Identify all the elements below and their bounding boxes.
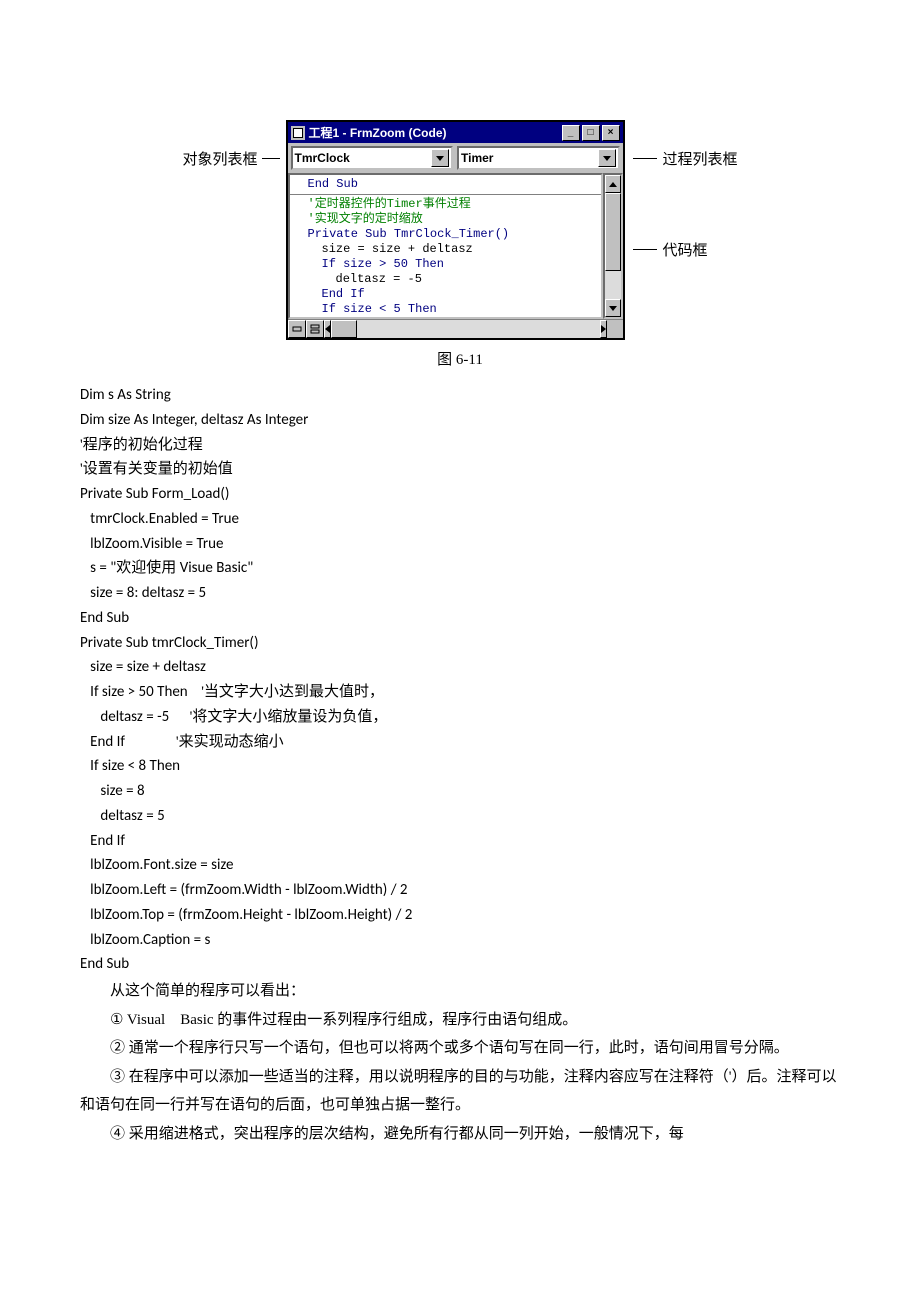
full-module-view-button[interactable] [306, 320, 324, 338]
code-line: Private Sub TmrClock_Timer() [308, 227, 597, 242]
paragraph: ① Visual Basic 的事件过程由一系列程序行组成，程序行由语句组成。 [80, 1006, 840, 1035]
scroll-thumb[interactable] [331, 320, 357, 338]
listing-line: Dim s As String [80, 386, 171, 404]
listing-line: lblZoom.Caption = s [80, 931, 210, 949]
listing-comment: '当文字大小达到最大值时， [201, 684, 384, 700]
listing-line: If size < 8 Then [80, 757, 180, 775]
paragraph: ④ 采用缩进格式，突出程序的层次结构，避免所有行都从同一列开始，一般情况下，每 [80, 1120, 840, 1149]
code-line: size = 5 [336, 317, 597, 319]
scroll-up-button[interactable] [605, 175, 621, 193]
annotation-right-top: 过程列表框 [633, 148, 738, 169]
annotations-right: 过程列表框 代码框 [633, 120, 738, 260]
annotation-line [262, 158, 280, 159]
annotation-line [633, 158, 657, 159]
annotation-left-text: 对象列表框 [182, 148, 257, 169]
listing-line: s = "欢迎使用 Visue Basic" [80, 559, 253, 577]
listing-line: deltasz = 5 [80, 807, 165, 825]
listing-line: size = 8: deltasz = 5 [80, 584, 206, 602]
listing-comment: '将文字大小缩放量设为负值， [190, 709, 388, 725]
procedure-combobox[interactable]: Timer [457, 146, 620, 170]
annotation-line [633, 249, 657, 250]
resize-grip[interactable] [607, 320, 623, 336]
dropdown-icon[interactable] [598, 149, 616, 167]
app-icon [291, 126, 305, 140]
listing-line: size = size + deltasz [80, 658, 206, 676]
code-line: End If [322, 287, 597, 302]
listing-line: If size > 50 Then [80, 683, 201, 701]
code-listing: Dim s As String Dim size As Integer, del… [80, 383, 840, 977]
listing-line: Private Sub tmrClock_Timer() [80, 634, 259, 652]
listing-line: lblZoom.Left = (frmZoom.Width - lblZoom.… [80, 881, 408, 899]
code-line: If size < 5 Then [322, 302, 597, 317]
scroll-track[interactable] [331, 320, 600, 338]
scroll-track[interactable] [605, 193, 621, 299]
code-line: deltasz = -5 [336, 272, 597, 287]
listing-line: lblZoom.Top = (frmZoom.Height - lblZoom.… [80, 906, 412, 924]
code-line: If size > 50 Then [322, 257, 597, 272]
code-line: '定时器控件的Timer事件过程 [308, 197, 597, 212]
scroll-right-button[interactable] [600, 320, 607, 338]
vb-code-window: 工程1 - FrmZoom (Code) _ □ × TmrClock Time… [286, 120, 625, 340]
listing-line: deltasz = -5 [80, 708, 190, 726]
full-view-icon [310, 324, 320, 334]
dropdown-icon[interactable] [431, 149, 449, 167]
listing-line: size = 8 [80, 782, 145, 800]
vertical-scrollbar[interactable] [603, 173, 623, 319]
listing-line: Private Sub Form_Load() [80, 485, 229, 503]
proc-view-icon [292, 324, 302, 334]
listing-line: '设置有关变量的初始值 [80, 461, 233, 477]
window-title: 工程1 - FrmZoom (Code) [309, 124, 562, 141]
annotation-left: 对象列表框 [182, 120, 279, 169]
figure-6-11: 对象列表框 工程1 - FrmZoom (Code) _ □ × TmrCloc… [80, 120, 840, 340]
listing-line: End Sub [80, 609, 129, 627]
close-button[interactable]: × [602, 125, 620, 141]
code-line: '实现文字的定时缩放 [308, 212, 597, 227]
minimize-button[interactable]: _ [562, 125, 580, 141]
listing-comment: '来实现动态缩小 [176, 734, 284, 750]
procedure-view-button[interactable] [288, 320, 306, 338]
window-titlebar[interactable]: 工程1 - FrmZoom (Code) _ □ × [288, 122, 623, 143]
object-combobox[interactable]: TmrClock [291, 146, 454, 170]
listing-line: Dim size As Integer, deltasz As Integer [80, 411, 308, 429]
scroll-down-button[interactable] [605, 299, 621, 317]
proc-separator [290, 194, 601, 195]
paragraph: ③ 在程序中可以添加一些适当的注释，用以说明程序的目的与功能，注释内容应写在注释… [80, 1063, 840, 1120]
paragraph: ② 通常一个程序行只写一个语句，但也可以将两个或多个语句写在同一行，此时，语句间… [80, 1034, 840, 1063]
code-line: End Sub [308, 177, 597, 192]
figure-caption: 图 6-11 [80, 348, 840, 369]
annotation-right-mid: 代码框 [633, 239, 738, 260]
maximize-button[interactable]: □ [582, 125, 600, 141]
code-line: size = size + deltasz [322, 242, 597, 257]
procedure-combobox-text: Timer [461, 151, 598, 165]
listing-line: '程序的初始化过程 [80, 437, 203, 453]
listing-line: lblZoom.Visible = True [80, 535, 224, 553]
scroll-thumb[interactable] [605, 193, 621, 271]
annotation-right-top-text: 过程列表框 [663, 148, 738, 169]
annotation-right-mid-text: 代码框 [663, 239, 708, 260]
listing-line: tmrClock.Enabled = True [80, 510, 239, 528]
scroll-left-button[interactable] [324, 320, 331, 338]
listing-line: lblZoom.Font.size = size [80, 856, 233, 874]
code-editor[interactable]: End Sub '定时器控件的Timer事件过程 '实现文字的定时缩放 Priv… [288, 173, 603, 319]
listing-line: End If [80, 832, 125, 850]
paragraph: 从这个简单的程序可以看出： [80, 977, 840, 1006]
horizontal-scrollbar[interactable] [324, 320, 607, 338]
object-combobox-text: TmrClock [295, 151, 432, 165]
listing-line: End Sub [80, 955, 129, 973]
listing-line: End If [80, 733, 176, 751]
